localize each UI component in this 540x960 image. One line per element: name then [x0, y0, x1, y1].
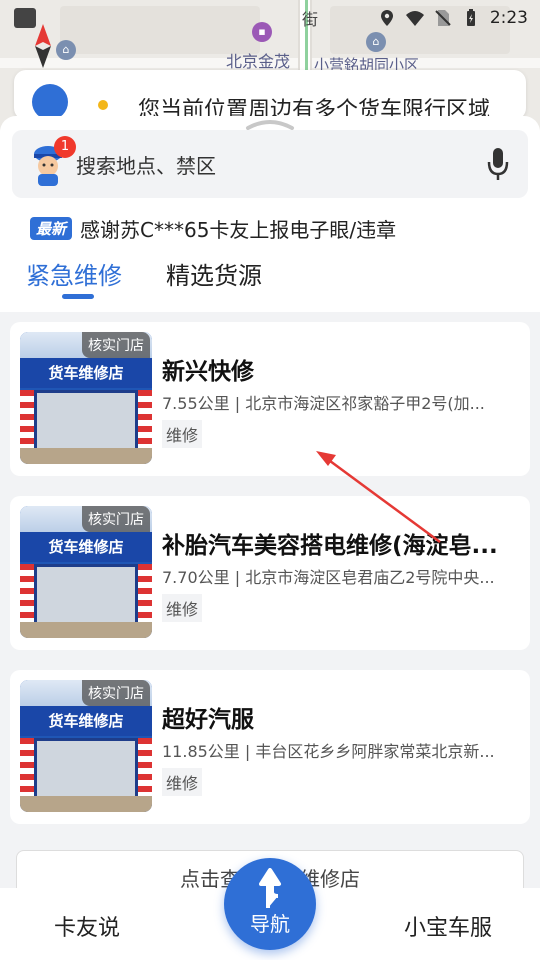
verified-badge: 核实门店 — [82, 506, 150, 532]
hotel-poi-icon[interactable]: ▪ — [252, 22, 272, 42]
tab-emergency-repair[interactable]: 紧急维修 — [26, 256, 122, 291]
location-icon — [380, 10, 393, 26]
shop-image-sign: 货车维修店 — [20, 532, 152, 562]
shop-image: 货车维修店 核实门店 — [20, 332, 152, 464]
shop-image-sign: 货车维修店 — [20, 706, 152, 736]
shop-card[interactable]: 货车维修店 核实门店 补胎汽车美容搭电维修(海淀皂... 7.70公里 | 北京… — [10, 496, 530, 650]
sheet-handle-icon[interactable] — [244, 118, 296, 130]
shop-image-sign: 货车维修店 — [20, 358, 152, 388]
bottom-nav: 卡友说 导航 小宝车服 — [0, 858, 540, 960]
active-tab-indicator — [62, 294, 94, 299]
status-bar: 2:23 — [378, 6, 528, 30]
gallery-icon — [14, 8, 36, 28]
warning-dot-icon — [98, 100, 108, 110]
shop-tag: 维修 — [162, 768, 203, 796]
shop-list[interactable]: 货车维修店 核实门店 新兴快修 7.55公里 | 北京市海淀区祁家豁子甲2号(加… — [0, 312, 540, 888]
shop-distance-address: 7.70公里 | 北京市海淀区皂君庙乙2号院中央... — [162, 568, 495, 587]
shop-name: 补胎汽车美容搭电维修(海淀皂... — [162, 533, 498, 559]
status-time: 2:23 — [489, 8, 528, 28]
no-sim-icon — [435, 10, 451, 26]
navigate-label: 导航 — [250, 912, 290, 936]
poi-icon[interactable]: ⌂ — [366, 32, 386, 52]
news-tag: 最新 — [30, 216, 73, 240]
search-input[interactable]: 搜索地点、禁区 — [76, 150, 216, 179]
truck-avatar-icon — [32, 84, 68, 120]
microphone-icon[interactable] — [486, 146, 510, 182]
shop-distance-address: 7.55公里 | 北京市海淀区祁家豁子甲2号(加... — [162, 394, 485, 413]
battery-icon — [466, 9, 475, 26]
map-label-street: 街 — [302, 10, 319, 29]
news-ticker[interactable]: 最新 感谢苏C***65卡友上报电子眼/违章 — [30, 214, 396, 242]
shop-tag: 维修 — [162, 594, 203, 622]
shop-distance-address: 11.85公里 | 丰台区花乡乡阿胖家常菜北京新... — [162, 742, 495, 761]
tab-bar: 紧急维修 精选货源 — [26, 256, 262, 291]
map-view[interactable]: ⌂ ▪ 北京金茂 街 ⌂ 小营銘胡同小区 2:23 您当前位置周边有多个货车限行… — [0, 0, 540, 130]
shop-name: 新兴快修 — [162, 359, 254, 385]
map-label-jinmao: 北京金茂 — [226, 52, 291, 71]
navigation-arrow-icon — [259, 868, 281, 908]
shop-name: 超好汽服 — [162, 707, 254, 733]
shop-card[interactable]: 货车维修店 核实门店 超好汽服 11.85公里 | 丰台区花乡乡阿胖家常菜北京新… — [10, 670, 530, 824]
news-text: 感谢苏C***65卡友上报电子眼/违章 — [80, 217, 397, 242]
verified-badge: 核实门店 — [82, 680, 150, 706]
navigate-button[interactable]: 导航 — [224, 858, 316, 950]
restriction-notice[interactable]: 您当前位置周边有多个货车限行区域 — [14, 70, 526, 120]
verified-badge: 核实门店 — [82, 332, 150, 358]
tab-selected-cargo[interactable]: 精选货源 — [166, 256, 262, 291]
wifi-icon — [405, 11, 424, 26]
nav-xiaobao-service[interactable]: 小宝车服 — [404, 910, 492, 942]
notification-badge: 1 — [54, 136, 76, 158]
search-bar[interactable]: 1 搜索地点、禁区 — [12, 130, 528, 198]
shop-image: 货车维修店 核实门店 — [20, 506, 152, 638]
nav-truck-talk[interactable]: 卡友说 — [54, 910, 120, 942]
shop-image: 货车维修店 核实门店 — [20, 680, 152, 812]
compass-icon[interactable] — [34, 24, 52, 68]
shop-card[interactable]: 货车维修店 核实门店 新兴快修 7.55公里 | 北京市海淀区祁家豁子甲2号(加… — [10, 322, 530, 476]
poi-icon[interactable]: ⌂ — [56, 40, 76, 60]
shop-tag: 维修 — [162, 420, 203, 448]
